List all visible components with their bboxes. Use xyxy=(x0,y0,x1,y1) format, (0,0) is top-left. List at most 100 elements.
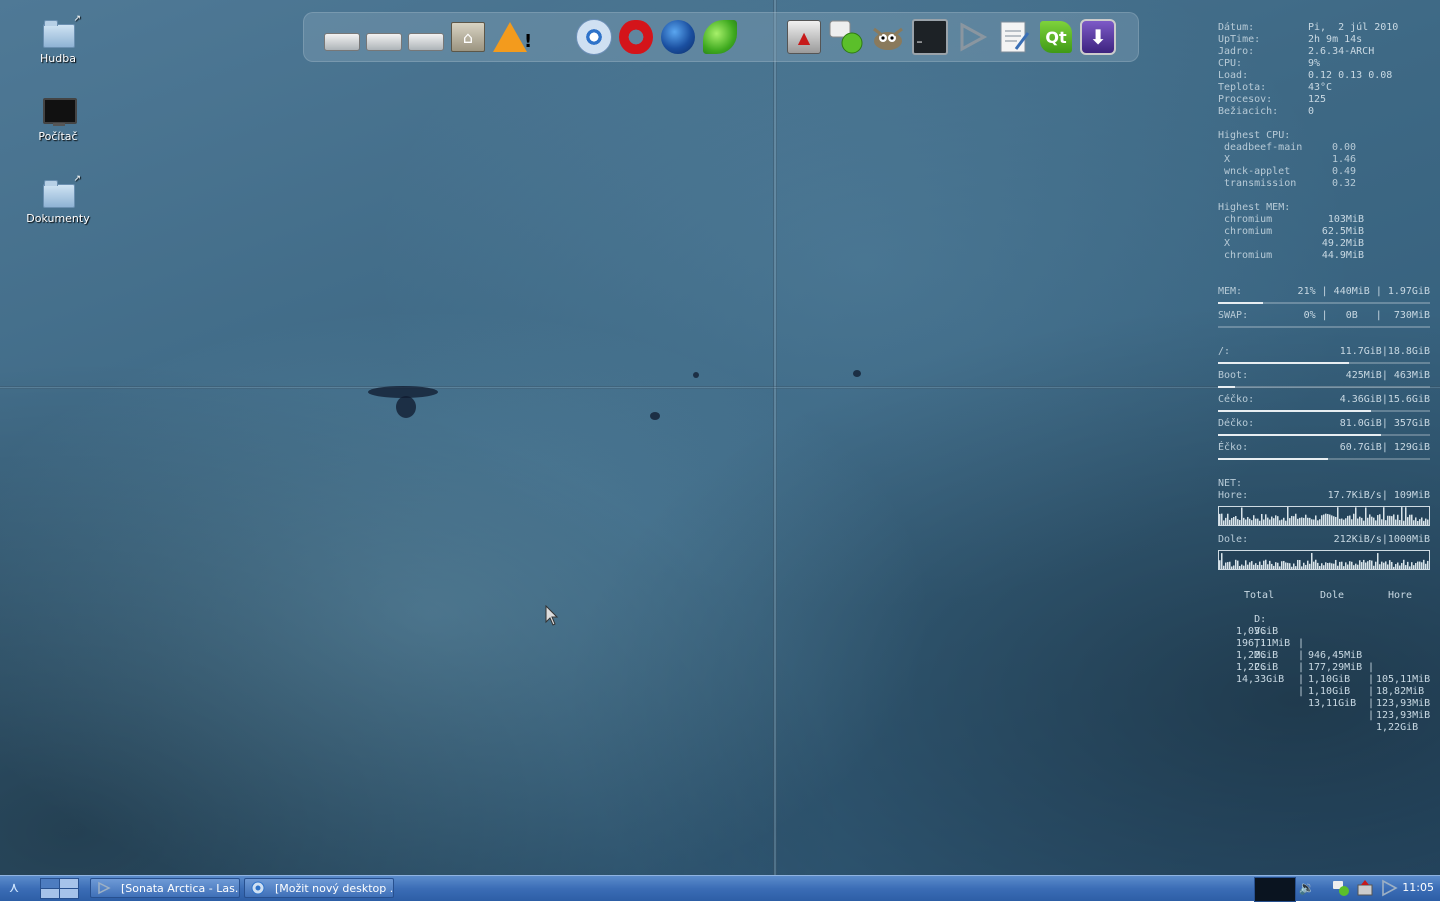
conky-label: /: xyxy=(1218,346,1231,357)
graph-bar xyxy=(1259,561,1261,569)
graph-bar xyxy=(1233,565,1235,569)
swap-bar xyxy=(1218,326,1430,328)
cell-total: 14,33GiB xyxy=(1236,674,1285,685)
terminal-icon[interactable]: _ xyxy=(912,19,948,55)
conky-label: Déčko: xyxy=(1218,418,1255,429)
conky-label: Éčko: xyxy=(1218,442,1249,453)
miro-icon[interactable] xyxy=(702,19,738,55)
clock[interactable]: 11:05 xyxy=(1402,881,1434,894)
cpu-monitor-applet[interactable] xyxy=(1254,877,1296,902)
graph-bar xyxy=(1315,559,1317,569)
graph-bar xyxy=(1309,517,1311,525)
home-folder-icon[interactable]: ⌂ xyxy=(450,19,486,55)
graph-bar xyxy=(1327,513,1329,525)
graph-bar xyxy=(1387,564,1389,569)
graph-bar xyxy=(1419,519,1421,525)
firefox-icon[interactable] xyxy=(660,19,696,55)
volume-icon[interactable]: 🔉 xyxy=(1298,879,1316,897)
graph-bar xyxy=(1325,513,1327,525)
conky-label: SWAP: xyxy=(1218,310,1249,321)
cell-dole: 1,10GiB xyxy=(1308,686,1351,697)
graph-bar xyxy=(1391,516,1393,525)
wallpaper-fold-vertical xyxy=(773,0,777,875)
desktop-icon-dokumenty[interactable]: ↗ Dokumenty xyxy=(18,174,98,225)
download-icon[interactable]: ⬇ xyxy=(1080,19,1116,55)
desktop-icon-label: Počítač xyxy=(38,130,78,143)
process-value: 62.5MiB xyxy=(1321,226,1364,237)
graph-bar xyxy=(1335,559,1337,569)
desktop-icon-hudba[interactable]: ↗ Hudba xyxy=(18,14,98,65)
disk-bar xyxy=(1218,434,1430,436)
graph-bar xyxy=(1255,563,1257,569)
graph-bar xyxy=(1377,553,1379,569)
opera-icon[interactable] xyxy=(618,19,654,55)
graph-bar xyxy=(1235,559,1237,569)
graph-bar xyxy=(1399,520,1401,525)
graph-bar xyxy=(1329,562,1331,569)
process-name: chromium xyxy=(1224,214,1273,225)
graph-bar xyxy=(1221,513,1223,525)
graph-bar xyxy=(1427,519,1429,525)
drive-icon[interactable] xyxy=(324,19,360,55)
conky-value: 60.7GiB| 129GiB xyxy=(1339,442,1430,453)
workspace-pager[interactable] xyxy=(40,878,79,899)
conky-label: Teplota: xyxy=(1218,82,1267,93)
cell-dole: 946,45MiB xyxy=(1308,650,1363,661)
cell-dole: 13,11GiB xyxy=(1308,698,1357,709)
graph-bar xyxy=(1241,507,1243,525)
graph-bar xyxy=(1409,514,1411,525)
graph-bar xyxy=(1413,520,1415,525)
graph-bar xyxy=(1303,562,1305,569)
graph-bar xyxy=(1219,560,1221,569)
graph-bar xyxy=(1403,520,1405,525)
drive-icon[interactable] xyxy=(366,19,402,55)
graph-bar xyxy=(1301,566,1303,569)
gimp-icon[interactable] xyxy=(870,19,906,55)
graph-bar xyxy=(1229,519,1231,525)
conky-value: 21% | 440MiB | 1.97GiB xyxy=(1297,286,1430,297)
folder-icon: ↗ xyxy=(41,14,81,48)
conky-process-row: chromium 44.9MiB xyxy=(1224,250,1364,262)
deadbeef-icon[interactable] xyxy=(954,19,990,55)
taskbar: ⋏ [Sonata Arctica - Las... [Možit nový d… xyxy=(0,875,1440,902)
graph-bar xyxy=(1291,515,1293,525)
conky-value: 425MiB| 463MiB xyxy=(1345,370,1430,381)
drive-icon[interactable] xyxy=(408,19,444,55)
graph-bar xyxy=(1359,560,1361,569)
cell-hore: 18,82MiB xyxy=(1376,686,1425,697)
start-menu-icon[interactable]: ⋏ xyxy=(4,879,24,897)
transmission-tray-icon[interactable] xyxy=(1356,879,1374,897)
conky-label: Bežiacich: xyxy=(1218,106,1279,117)
transmission-icon[interactable]: ▲ xyxy=(786,19,822,55)
graph-bar xyxy=(1369,560,1371,569)
graph-bar xyxy=(1331,515,1333,525)
process-name: deadbeef-main xyxy=(1224,142,1303,153)
text-editor-icon[interactable] xyxy=(996,19,1032,55)
graph-bar xyxy=(1373,517,1375,525)
graph-bar xyxy=(1401,563,1403,569)
graph-bar xyxy=(1241,564,1243,569)
pidgin-tray-icon[interactable] xyxy=(1332,879,1350,897)
deadbeef-tray-icon[interactable] xyxy=(1380,879,1398,897)
task-button-sonata[interactable]: [Sonata Arctica - Las... xyxy=(90,878,240,898)
pidgin-icon[interactable] xyxy=(828,19,864,55)
conky-process-row: chromium 62.5MiB xyxy=(1224,226,1364,238)
graph-bar xyxy=(1315,515,1317,525)
graph-bar xyxy=(1357,518,1359,525)
row-key: C: xyxy=(1254,662,1267,673)
workspace-4[interactable] xyxy=(59,888,79,899)
workspace-3[interactable] xyxy=(40,888,60,899)
graph-bar xyxy=(1323,565,1325,569)
graph-bar xyxy=(1385,520,1387,525)
warning-icon[interactable]: ! xyxy=(492,19,532,55)
graph-bar xyxy=(1229,561,1231,569)
desktop-icon-pocitac[interactable]: Počítač xyxy=(18,96,98,143)
table-header: Dole xyxy=(1320,590,1345,601)
chromium-icon[interactable] xyxy=(576,19,612,55)
qt-creator-icon[interactable]: Qt xyxy=(1038,19,1074,55)
graph-bar xyxy=(1237,560,1239,569)
graph-bar xyxy=(1245,519,1247,525)
disk-bar xyxy=(1218,386,1430,388)
task-button-desktop[interactable]: [Možit nový desktop ... xyxy=(244,878,394,898)
graph-bar xyxy=(1289,563,1291,569)
